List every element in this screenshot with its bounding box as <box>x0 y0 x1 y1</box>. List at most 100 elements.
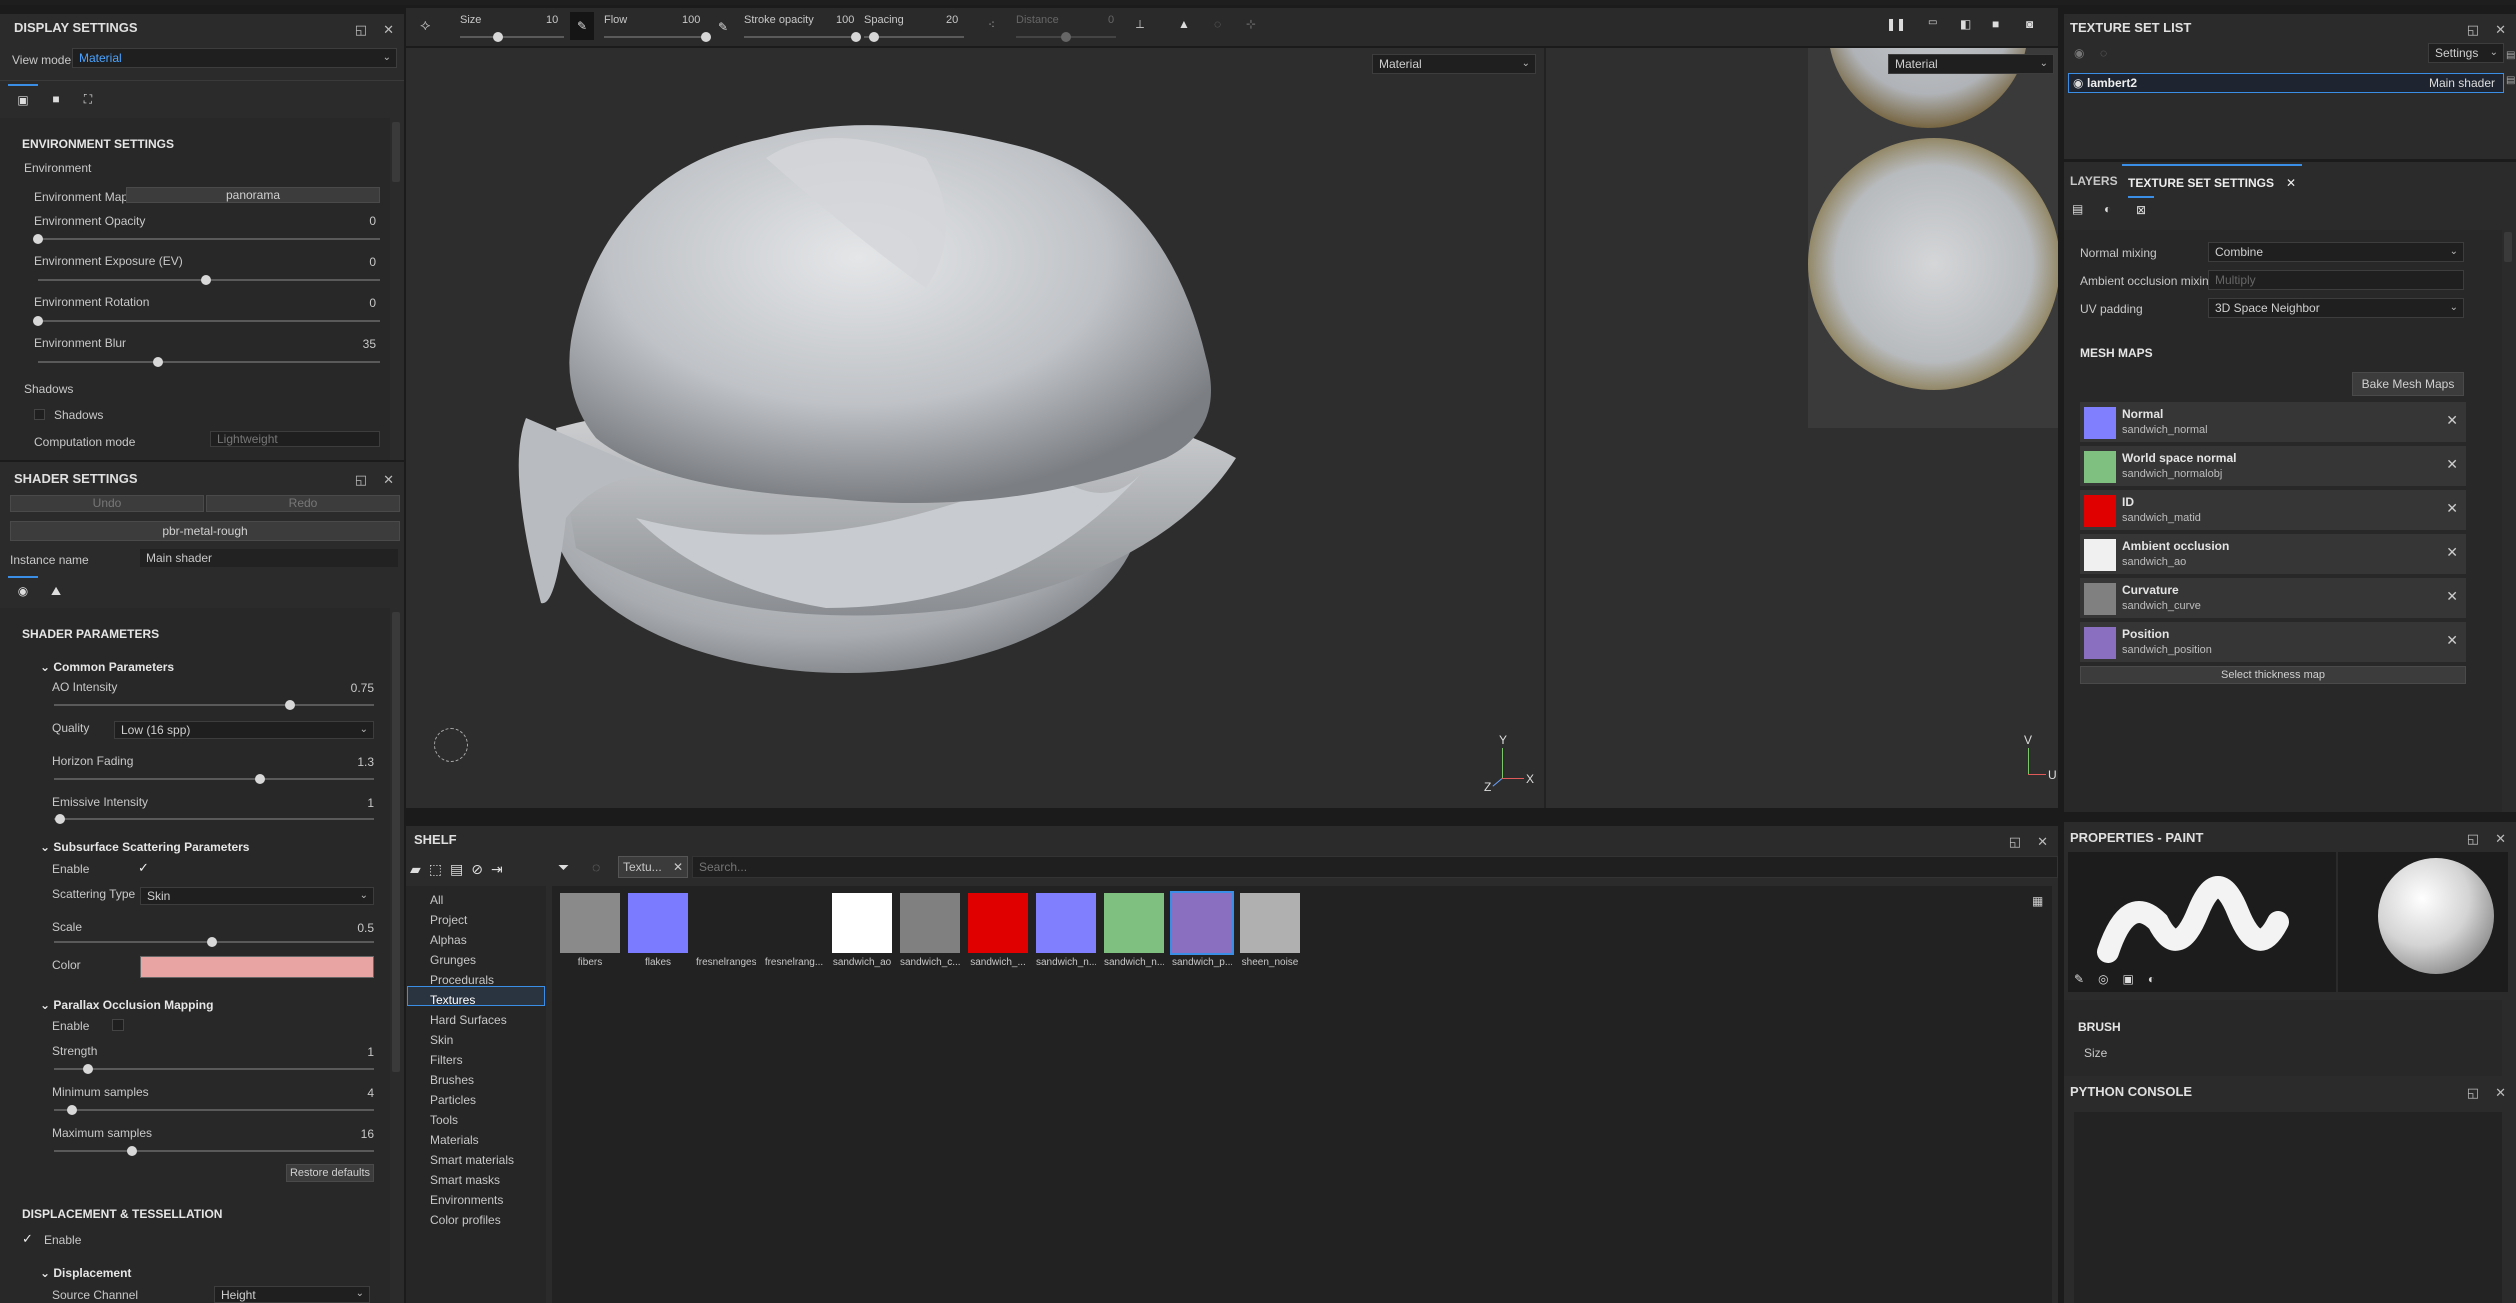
stencil-tab-icon[interactable]: ▣ <box>2123 972 2134 986</box>
mesh-map-row[interactable]: Curvature sandwich_curve ✕ <box>2080 578 2466 618</box>
close-icon[interactable]: ✕ <box>2446 500 2458 517</box>
emissive-slider[interactable] <box>54 814 374 824</box>
shelf-search-input[interactable] <box>692 856 2058 878</box>
eye-icon[interactable]: ◉ <box>2074 46 2084 60</box>
max-samples-slider[interactable] <box>54 1146 374 1156</box>
tab-icon-2[interactable]: ◐ <box>2104 202 2111 216</box>
shelf-texture-item[interactable]: fresnelrang... <box>764 893 824 968</box>
alpha-tab-icon[interactable]: ◎ <box>2098 972 2108 986</box>
shelf-category-item[interactable]: Environments <box>430 1193 503 1207</box>
spacing-slider[interactable] <box>864 32 964 42</box>
slider-knob[interactable] <box>55 814 65 824</box>
camera-proj-icon[interactable]: ◌ <box>1214 17 1221 31</box>
float-icon[interactable]: ◱ <box>2009 834 2021 850</box>
mesh-map-row[interactable]: Position sandwich_position ✕ <box>2080 622 2466 662</box>
slider-knob[interactable] <box>851 32 861 42</box>
viewport-2d[interactable]: Material ⌄ V U <box>1544 48 2058 808</box>
slider-knob[interactable] <box>153 357 163 367</box>
shelf-category-item[interactable]: Brushes <box>430 1073 474 1087</box>
slider-knob[interactable] <box>33 316 43 326</box>
shelf-texture-item[interactable]: sheen_noise <box>1240 893 1300 968</box>
grid-view-icon[interactable]: ▦ <box>2032 894 2043 908</box>
restore-defaults-button[interactable]: Restore defaults <box>286 1164 374 1182</box>
mirror-icon[interactable]: ▲ <box>1178 17 1190 31</box>
tab-shader[interactable]: ◉ <box>8 576 38 604</box>
shelf-texture-item[interactable]: sandwich_c... <box>900 893 960 968</box>
tab-displacement[interactable]: ⛰ <box>44 578 68 604</box>
shelf-texture-item[interactable]: sandwich_... <box>968 893 1028 968</box>
video-icon[interactable]: ■ <box>1992 17 1999 31</box>
scattering-type-dropdown[interactable]: Skin ⌄ <box>140 887 374 905</box>
close-icon[interactable]: ✕ <box>2495 831 2506 847</box>
slider-knob[interactable] <box>33 234 43 244</box>
normal-mixing-dropdown[interactable]: Combine ⌄ <box>2208 242 2464 262</box>
common-params-header[interactable]: ⌄ Common Parameters <box>40 660 174 674</box>
env-rotation-slider[interactable] <box>33 316 380 326</box>
slider-knob[interactable] <box>83 1064 93 1074</box>
tab-texture-set-settings[interactable]: TEXTURE SET SETTINGS ✕ <box>2122 164 2303 192</box>
settings-strip-icon[interactable]: ▤ <box>2506 75 2516 86</box>
tab-camera[interactable]: ■ <box>44 86 68 112</box>
slider-knob[interactable] <box>201 275 211 285</box>
tab-layers[interactable]: LAYERS <box>2070 174 2118 188</box>
quality-dropdown[interactable]: Low (16 spp) ⌄ <box>114 721 374 739</box>
shelf-category-item[interactable]: Color profiles <box>430 1213 501 1227</box>
shelf-category-item[interactable]: Alphas <box>430 933 467 947</box>
close-icon[interactable]: ✕ <box>2446 588 2458 605</box>
shelf-category-item[interactable]: Textures <box>430 993 475 1007</box>
shelf-category-item[interactable]: Particles <box>430 1093 476 1107</box>
shelf-texture-item[interactable]: fresnelranges <box>696 893 756 968</box>
scrollbar[interactable] <box>392 612 400 1072</box>
redo-button[interactable]: Redo <box>206 495 400 512</box>
scrollbar[interactable] <box>2504 232 2512 262</box>
mesh-map-row[interactable]: Ambient occlusion sandwich_ao ✕ <box>2080 534 2466 574</box>
close-icon[interactable]: ✕ <box>2037 834 2048 850</box>
tab-frame[interactable]: ⛶ <box>76 86 100 112</box>
cube-icon[interactable]: ◧ <box>1960 17 1971 31</box>
pen-icon[interactable]: ✎ <box>718 20 728 34</box>
distance-slider[interactable] <box>1016 32 1116 42</box>
scrollbar[interactable] <box>392 122 400 182</box>
slider-knob[interactable] <box>493 32 503 42</box>
close-icon[interactable]: ✕ <box>2446 456 2458 473</box>
shelf-tab-textures[interactable]: Textu... ✕ <box>618 856 688 878</box>
shelf-category-item[interactable]: Hard Surfaces <box>430 1013 507 1027</box>
brush-preset-icon[interactable]: ⟡ <box>420 17 431 35</box>
view-mode-dropdown[interactable]: Material ⌄ <box>72 48 397 68</box>
flow-slider[interactable] <box>604 32 711 42</box>
close-icon[interactable]: ✕ <box>383 22 394 38</box>
shelf-texture-item[interactable]: fibers <box>560 893 620 968</box>
close-icon[interactable]: ✕ <box>2446 632 2458 649</box>
viewport-3d[interactable]: Material ⌄ Y X Z <box>406 48 1544 808</box>
settings-dropdown[interactable]: Settings ⌄ <box>2428 43 2504 63</box>
float-icon[interactable]: ◱ <box>2467 22 2479 38</box>
close-icon[interactable]: ✕ <box>2446 544 2458 561</box>
shelf-category-item[interactable]: All <box>430 893 443 907</box>
stroke-opacity-slider[interactable] <box>744 32 861 42</box>
eye-off-icon[interactable]: ◌ <box>2100 46 2107 60</box>
save-icon[interactable]: ▤ <box>450 861 463 878</box>
shelf-texture-item[interactable]: sandwich_ao <box>832 893 892 968</box>
shelf-texture-item[interactable]: sandwich_n... <box>1104 893 1164 968</box>
tab-icon-3[interactable]: ⊠ <box>2128 196 2154 222</box>
shelf-category-item[interactable]: Smart masks <box>430 1173 500 1187</box>
screenshot-icon[interactable]: ◙ <box>2026 17 2033 31</box>
close-icon[interactable]: ✕ <box>383 472 394 488</box>
float-icon[interactable]: ◱ <box>2467 831 2479 847</box>
shelf-category-item[interactable]: Project <box>430 913 467 927</box>
strength-slider[interactable] <box>54 1064 374 1074</box>
texture-set-row[interactable]: ◉ lambert2 Main shader <box>2068 73 2504 93</box>
undo-button[interactable]: Undo <box>10 495 204 512</box>
horizon-fading-slider[interactable] <box>54 774 374 784</box>
sss-enable-checkbox[interactable]: ✓ <box>138 860 149 876</box>
shelf-category-item[interactable]: Grunges <box>430 953 476 967</box>
close-icon[interactable]: ✕ <box>2495 22 2506 38</box>
filter-icon[interactable]: ⏷ <box>558 859 569 876</box>
shelf-texture-item[interactable]: sandwich_n... <box>1036 893 1096 968</box>
pom-params-header[interactable]: ⌄ Parallax Occlusion Mapping <box>40 998 213 1012</box>
slider-knob[interactable] <box>67 1105 77 1115</box>
view-2d3d-icon[interactable]: ▭ <box>1928 17 1937 28</box>
transform-icon[interactable]: ⊹ <box>1246 17 1256 31</box>
close-icon[interactable]: ✕ <box>673 860 683 874</box>
size-slider[interactable] <box>460 32 564 42</box>
